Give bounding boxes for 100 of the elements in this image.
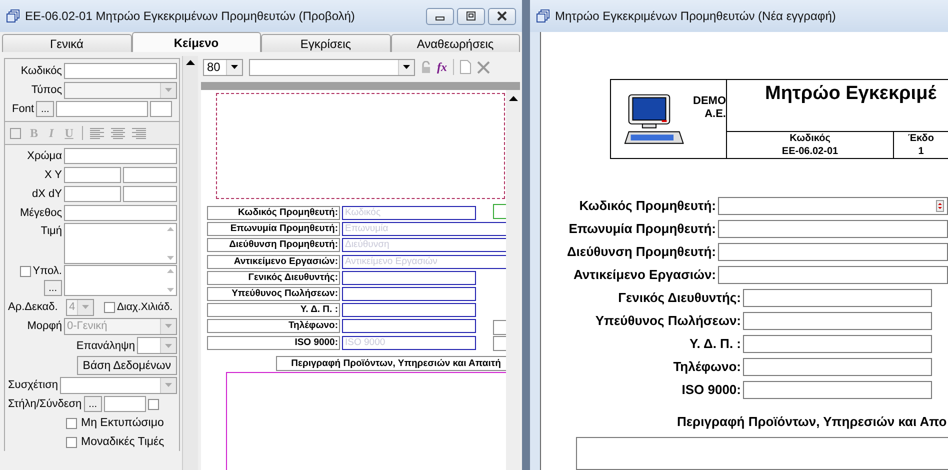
design-label: Επωνυμία Προμηθευτή: [207, 222, 340, 236]
version-label: Έκδο [908, 132, 934, 145]
input-field[interactable] [743, 380, 932, 398]
checkbox[interactable] [20, 266, 31, 276]
field-label: ISO 9000: [680, 382, 742, 397]
field-label: Τύπος [30, 84, 62, 96]
input-field[interactable] [718, 266, 948, 284]
close-button[interactable] [488, 8, 516, 24]
scroll-down-icon[interactable] [167, 256, 174, 260]
scrollbar[interactable] [182, 56, 198, 470]
input-field[interactable] [56, 101, 148, 117]
tab[interactable]: Αναθεωρήσεις [390, 34, 520, 52]
scroll-up-icon[interactable] [508, 96, 518, 101]
repeat-dropdown[interactable] [137, 337, 177, 354]
design-label: Γενικός Διευθυντής: [207, 270, 340, 285]
windows-stack-icon [6, 9, 20, 23]
caret-icon[interactable] [231, 65, 238, 69]
input-field[interactable] [64, 186, 121, 202]
align-right-icon[interactable] [132, 128, 146, 138]
input-field[interactable] [743, 334, 932, 352]
field-label: Χρώμα [26, 150, 62, 162]
design-label: ISO 9000: [207, 336, 340, 350]
checkbox-label: Μοναδικές Τιμές [81, 436, 164, 448]
window-title: EE-06.02-01 Μητρώο Εγκεκριμένων Προμηθευτών (Προβολή) [25, 9, 355, 23]
input-field[interactable] [64, 205, 177, 221]
document-icon[interactable] [460, 60, 471, 74]
input-field[interactable] [123, 186, 177, 202]
design-label: Τηλέφωνο: [207, 319, 340, 334]
field-label: Αρ.Δεκαδ. [8, 301, 59, 313]
spinner-icon[interactable] [936, 200, 944, 212]
tab[interactable]: Γενικά [2, 34, 132, 52]
field-label: Στήλη/Σύνδεση [8, 398, 82, 410]
tab[interactable]: Κείμενο [132, 32, 261, 52]
field-label: Τηλέφωνο: [672, 359, 742, 374]
field-label: Υ. Δ. Π. : [688, 336, 742, 351]
zoom-dropdown[interactable]: 80 [203, 58, 243, 76]
windows-stack-icon [536, 9, 550, 23]
align-center-icon[interactable] [111, 128, 126, 138]
input-field[interactable] [718, 220, 948, 238]
scroll-up-icon[interactable] [186, 60, 195, 65]
checkbox[interactable] [148, 398, 160, 410]
text-area[interactable] [64, 265, 177, 296]
type-dropdown[interactable] [64, 82, 177, 98]
input-field[interactable] [104, 396, 146, 412]
field-label: Συσχέτιση [8, 379, 58, 391]
document-title: Μητρώο Εγκεκριμέ [727, 80, 948, 132]
input-field[interactable] [718, 196, 948, 214]
delete-icon[interactable] [477, 60, 490, 74]
column-button[interactable]: ... [84, 396, 102, 412]
code-label: Κωδικός [790, 132, 830, 145]
section-title: Περιγραφή Προϊόντων, Υπηρεσιών και Απο [676, 414, 948, 429]
field-label: Αντικείμενο Εργασιών: [572, 267, 717, 282]
formula-button[interactable]: ... [44, 280, 62, 296]
input-field[interactable] [718, 242, 948, 260]
input-field[interactable] [64, 63, 177, 79]
design-label: Υ. Δ. Π. : [207, 303, 340, 318]
text-area[interactable] [64, 223, 177, 264]
maximize-icon[interactable] [466, 11, 476, 21]
relation-dropdown[interactable] [60, 376, 177, 394]
field-label: Τιμή [40, 224, 62, 237]
minimize-button[interactable] [426, 8, 454, 24]
caret-icon[interactable] [403, 65, 410, 69]
checkbox[interactable] [66, 418, 77, 428]
input-field[interactable] [743, 312, 932, 330]
tab[interactable]: Εγκρίσεις [261, 34, 390, 52]
align-left-icon[interactable] [90, 128, 104, 138]
lock-icon[interactable] [421, 61, 431, 73]
scroll-down-icon[interactable] [167, 288, 174, 292]
formula-button[interactable]: fx [437, 60, 447, 74]
field-label: Υπεύθυνος Πωλήσεων: [594, 313, 742, 328]
checkbox[interactable] [104, 302, 115, 312]
field-label: Διεύθυνση Προμηθευτή: [566, 244, 717, 259]
field-dropdown[interactable] [249, 58, 415, 76]
field-label: Μορφή [26, 320, 62, 332]
field-label: Γενικός Διευθυντής: [617, 290, 742, 305]
input-field[interactable] [64, 167, 121, 183]
window-title: Μητρώο Εγκεκριμένων Προμηθευτών (Νέα εγγραφή) [555, 9, 836, 23]
input-field[interactable] [743, 288, 932, 306]
design-label: Κωδικός Προμηθευτή: [207, 206, 340, 220]
database-button[interactable]: Βάση Δεδομένων [76, 356, 177, 375]
text-area[interactable] [576, 437, 948, 470]
scrollbar[interactable] [506, 90, 520, 470]
field-label: Font [10, 103, 34, 115]
maximize-button[interactable] [457, 8, 485, 24]
design-label: Περιγραφή Προϊόντων, Υπηρεσιών και Απαιτή [276, 356, 506, 371]
checkbox-label: Μη Εκτυπώσιμο [81, 417, 164, 429]
field-label: Μέγεθος [18, 207, 62, 219]
field-label: Επωνυμία Προμηθευτή: [568, 221, 717, 236]
font-button[interactable]: ... [36, 101, 54, 117]
design-label: Διεύθυνση Προμηθευτή: [207, 238, 340, 252]
input-field[interactable] [150, 101, 172, 117]
close-icon[interactable] [497, 11, 507, 21]
field-label: dX dY [31, 188, 62, 200]
checkbox-icon[interactable] [10, 128, 21, 138]
input-field[interactable] [123, 167, 177, 183]
field-label: X Y [43, 169, 62, 181]
checkbox[interactable] [66, 436, 77, 448]
input-field[interactable] [64, 148, 177, 164]
version-value: 1 [918, 145, 924, 158]
input-field[interactable] [743, 358, 932, 376]
